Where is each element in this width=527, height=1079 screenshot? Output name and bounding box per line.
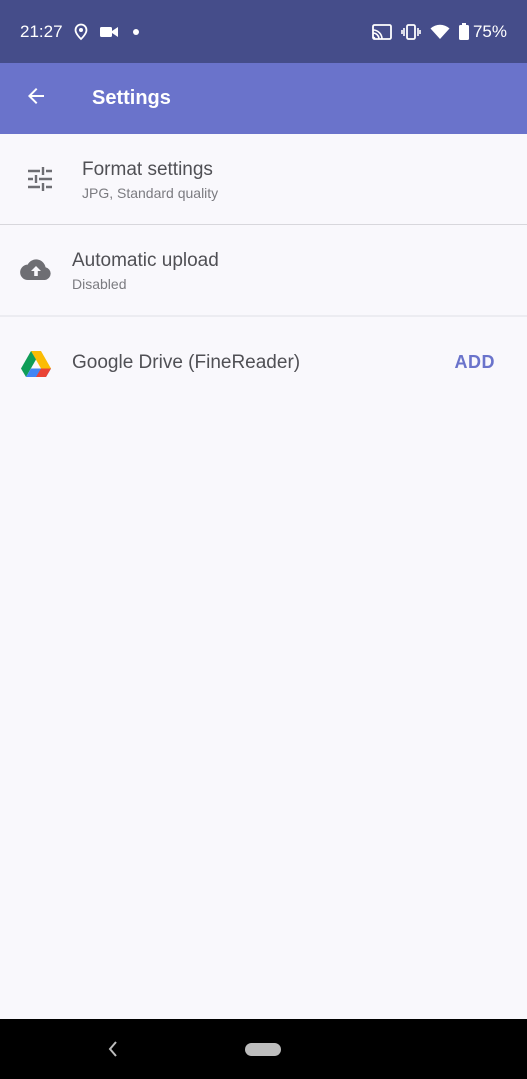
- google-drive-label: Google Drive (FineReader): [72, 352, 301, 373]
- cloud-upload-icon: [20, 259, 52, 281]
- automatic-upload-item[interactable]: Automatic upload Disabled: [0, 225, 527, 317]
- status-time: 21:27: [20, 21, 63, 41]
- format-settings-title: Format settings: [82, 159, 213, 180]
- cast-icon: [372, 23, 392, 40]
- battery-percent: 75%: [472, 21, 507, 41]
- google-drive-icon: [21, 351, 51, 377]
- wifi-icon: [430, 24, 450, 40]
- vibrate-icon: [401, 23, 421, 40]
- battery-icon: [458, 23, 469, 40]
- nav-back-icon[interactable]: [104, 1038, 122, 1065]
- dot-icon: [129, 25, 143, 39]
- nav-home-pill[interactable]: [245, 1043, 281, 1056]
- status-bar: 21:27 75%: [0, 0, 527, 63]
- app-bar: Settings: [0, 63, 527, 134]
- add-account-button[interactable]: ADD: [455, 352, 496, 373]
- settings-list: Format settings JPG, Standard quality Au…: [0, 134, 527, 409]
- arrow-left-icon: [24, 84, 48, 113]
- format-settings-item[interactable]: Format settings JPG, Standard quality: [0, 134, 527, 225]
- page-title: Settings: [92, 87, 171, 109]
- back-button[interactable]: [0, 63, 72, 134]
- automatic-upload-title: Automatic upload: [72, 250, 219, 271]
- automatic-upload-subtitle: Disabled: [72, 276, 127, 292]
- location-icon: [73, 23, 89, 41]
- format-settings-subtitle: JPG, Standard quality: [82, 185, 219, 201]
- navigation-bar: [0, 1019, 527, 1079]
- video-icon: [99, 25, 119, 39]
- tune-icon: [27, 167, 53, 191]
- google-drive-item: Google Drive (FineReader) ADD: [0, 317, 527, 409]
